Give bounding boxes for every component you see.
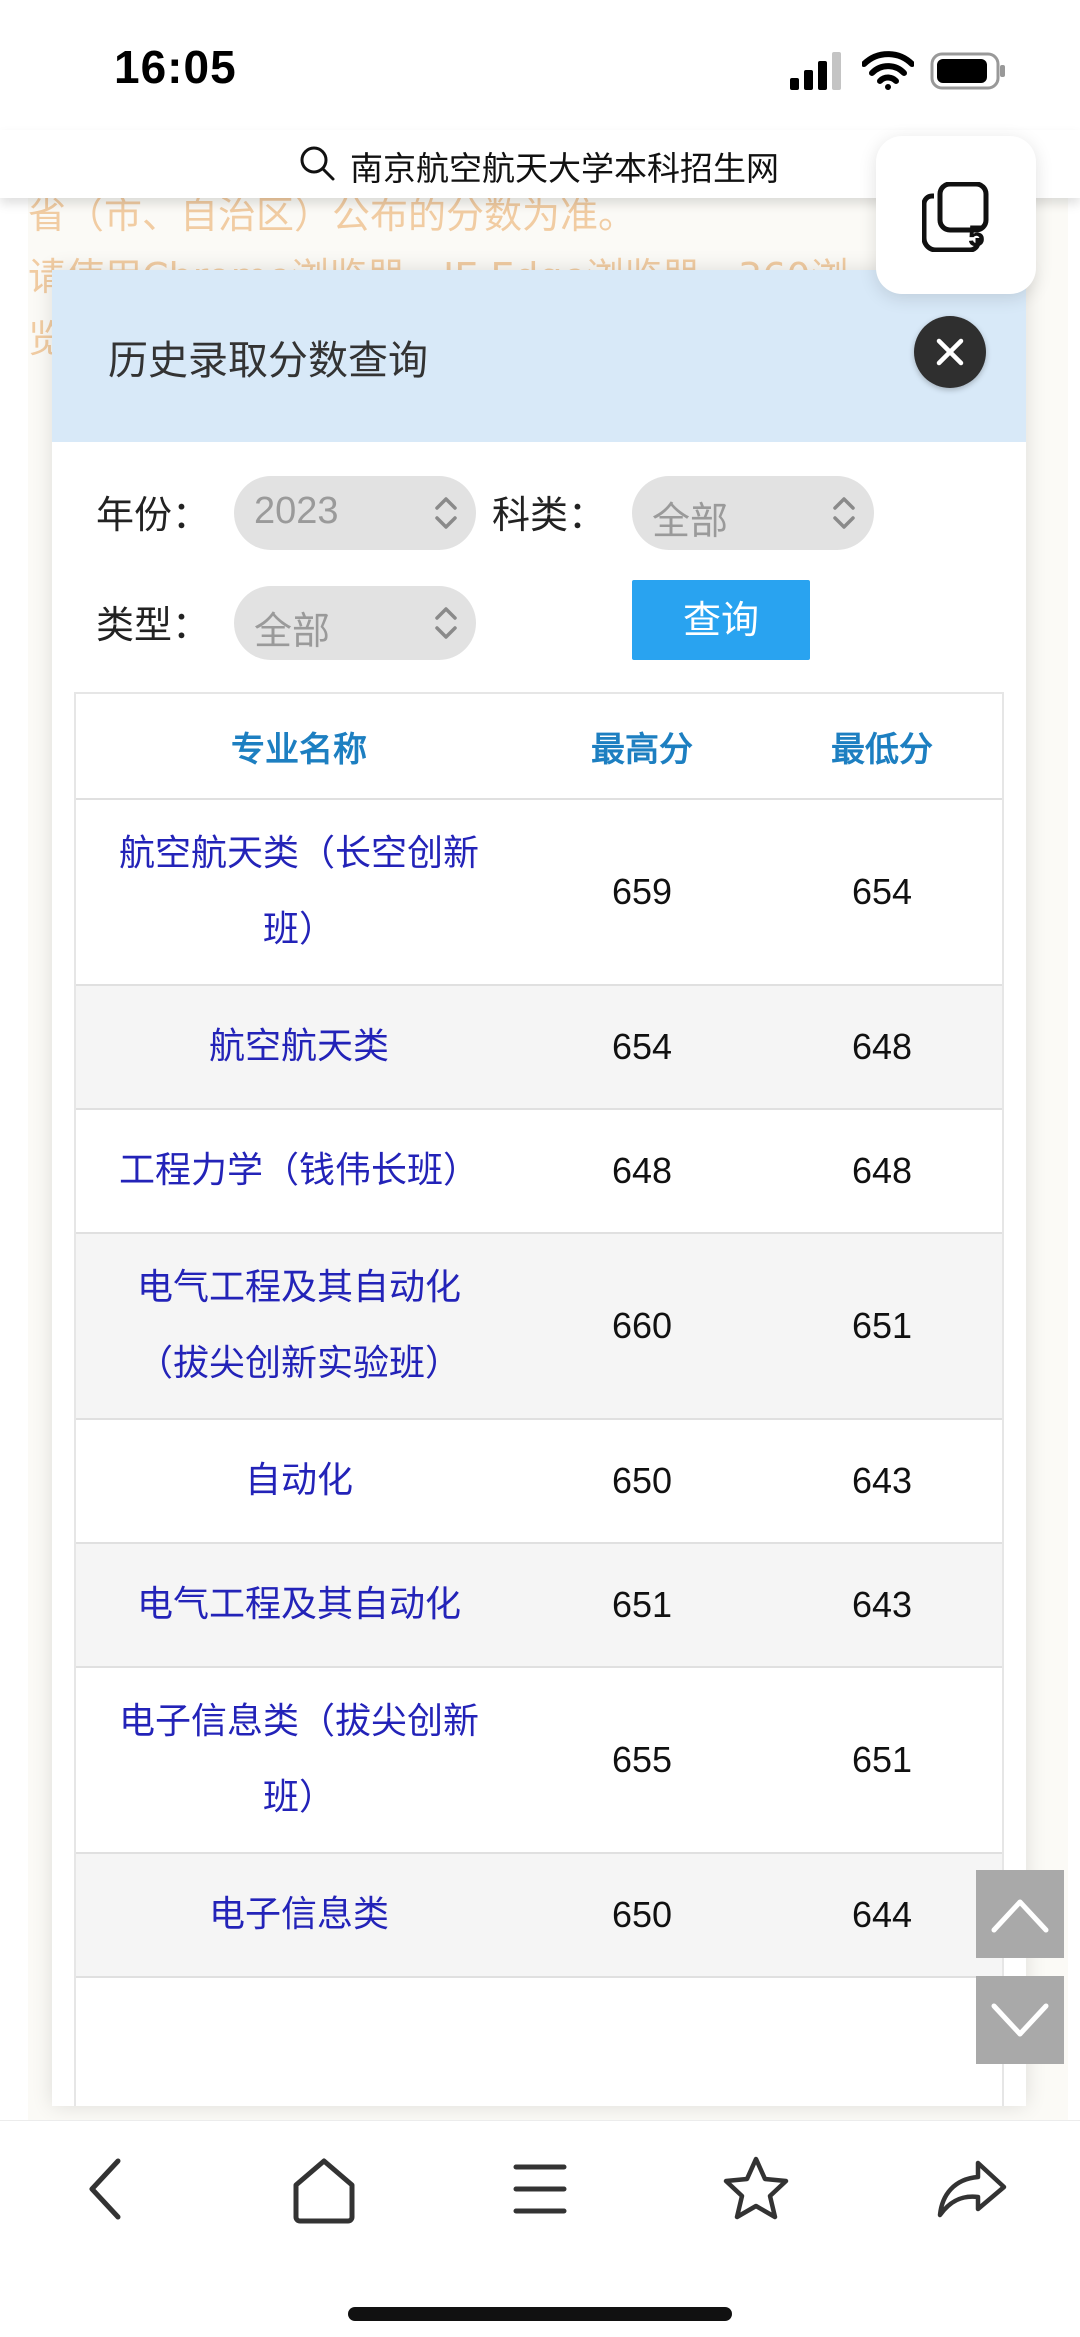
- table-row: 工程力学（钱伟长班） 648 648: [76, 1110, 1002, 1234]
- max-score: 650: [611, 1894, 673, 1935]
- table-row: 电气工程及其自动化 651 643: [76, 1544, 1002, 1668]
- min-score: 648: [851, 1026, 913, 1067]
- tabs-button[interactable]: 5: [876, 136, 1036, 294]
- type-select-value: 全部: [254, 609, 331, 653]
- max-score: 660: [611, 1305, 673, 1346]
- scroll-up-button[interactable]: [976, 1870, 1064, 1958]
- major-name: 航空航天类: [208, 1026, 389, 1067]
- table-row: 自动化 650 643: [76, 1420, 1002, 1544]
- home-button[interactable]: [284, 2149, 364, 2229]
- battery-icon: [930, 52, 1005, 90]
- query-button[interactable]: 查询: [632, 580, 810, 660]
- url-text: 南京航空航天大学本科招生网: [350, 149, 779, 188]
- search-icon: [300, 146, 335, 181]
- min-score: 651: [851, 1305, 913, 1346]
- major-name: 自动化: [244, 1460, 353, 1501]
- menu-button[interactable]: [500, 2149, 580, 2229]
- table-header-row: 专业名称 最高分 最低分: [76, 694, 1002, 800]
- cellular-signal-icon: [790, 52, 841, 90]
- wifi-icon: [862, 51, 914, 90]
- major-name: 电子信息类（拔尖创新班）: [118, 1701, 479, 1818]
- type-select[interactable]: 全部: [234, 586, 476, 660]
- close-icon: [936, 338, 964, 366]
- column-header-name: 专业名称: [231, 729, 367, 770]
- min-score: 643: [851, 1584, 913, 1625]
- menu-icon: [513, 2164, 567, 2214]
- max-score: 659: [611, 871, 673, 912]
- max-score: 648: [611, 1150, 673, 1191]
- home-indicator: [348, 2307, 732, 2321]
- year-label: 年份：: [96, 493, 211, 537]
- min-score: 651: [851, 1739, 913, 1780]
- star-icon: [723, 2156, 789, 2220]
- min-score: 654: [851, 871, 913, 912]
- bookmark-button[interactable]: [716, 2149, 796, 2229]
- max-score: 650: [611, 1460, 673, 1501]
- chevron-down-icon: [991, 2003, 1049, 2037]
- max-score: 651: [611, 1584, 673, 1625]
- column-header-min: 最低分: [831, 729, 933, 770]
- select-arrows-icon: [435, 497, 457, 529]
- table-row: 航空航天类 654 648: [76, 986, 1002, 1110]
- major-name: 电子信息类: [208, 1894, 389, 1935]
- status-bar: 16:05: [0, 0, 1080, 130]
- max-score: 655: [611, 1739, 673, 1780]
- column-header-max: 最高分: [591, 729, 693, 770]
- select-arrows-icon: [833, 497, 855, 529]
- scroll-down-button[interactable]: [976, 1976, 1064, 2064]
- year-select-value: 2023: [254, 490, 339, 532]
- home-icon: [293, 2158, 355, 2224]
- tab-count: 5: [968, 220, 985, 253]
- major-name: 电气工程及其自动化（拔尖创新实验班）: [136, 1267, 461, 1384]
- score-query-modal: 历史录取分数查询 年份： 2023 科类： 全部 类型： 全部 查询 专业名称 …: [52, 270, 1026, 2106]
- category-select[interactable]: 全部: [632, 476, 874, 550]
- year-select[interactable]: 2023: [234, 476, 476, 550]
- modal-title: 历史录取分数查询: [108, 338, 428, 384]
- min-score: 648: [851, 1150, 913, 1191]
- browser-toolbar: [0, 2120, 1080, 2337]
- back-icon: [89, 2158, 121, 2220]
- table-row: 电气工程及其自动化（拔尖创新实验班） 660 651: [76, 1234, 1002, 1420]
- type-label: 类型：: [96, 603, 211, 647]
- min-score: 644: [851, 1894, 913, 1935]
- category-select-value: 全部: [652, 499, 729, 543]
- major-name: 电气工程及其自动化: [136, 1584, 461, 1625]
- category-label: 科类：: [492, 493, 607, 537]
- major-name: 工程力学（钱伟长班）: [118, 1150, 479, 1191]
- table-row: 电子信息类 650 644: [76, 1854, 1002, 1978]
- back-button[interactable]: [68, 2149, 148, 2229]
- select-arrows-icon: [435, 607, 457, 639]
- share-icon: [937, 2160, 1007, 2218]
- chevron-up-icon: [991, 1899, 1049, 1933]
- max-score: 654: [611, 1026, 673, 1067]
- score-table: 专业名称 最高分 最低分 航空航天类（长空创新班） 659 654 航空航天类 …: [74, 692, 1004, 2106]
- status-time: 16:05: [114, 41, 237, 93]
- share-button[interactable]: [932, 2149, 1012, 2229]
- close-button[interactable]: [914, 316, 986, 388]
- table-row: 航空航天类（长空创新班） 659 654: [76, 800, 1002, 986]
- min-score: 643: [851, 1460, 913, 1501]
- major-name: 航空航天类（长空创新班）: [118, 833, 479, 950]
- modal-header: 历史录取分数查询: [52, 270, 1026, 442]
- table-row: 电子信息类（拔尖创新班） 655 651: [76, 1668, 1002, 1854]
